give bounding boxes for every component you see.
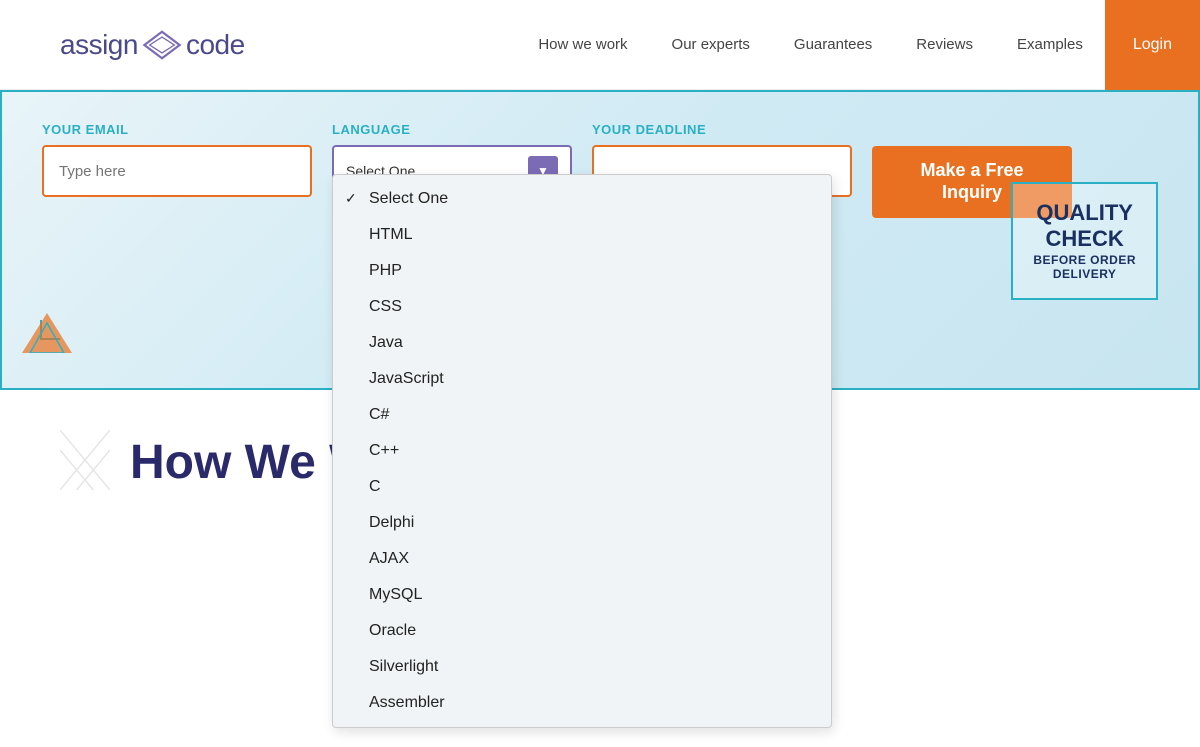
quality-line2: CHECK [1033,226,1136,252]
quality-line1: QUALITY [1033,200,1136,226]
hero-form-wrapper: YOUR EMAIL LANGUAGE Select One ▼ Select … [0,90,1200,390]
deadline-label: YOUR DEADLINE [592,122,852,137]
nav-reviews[interactable]: Reviews [894,0,995,89]
language-label: LANGUAGE [332,122,572,137]
dropdown-option-9[interactable]: Delphi [333,505,831,541]
logo-icon [142,30,182,60]
quality-line4: DELIVERY [1033,267,1136,281]
triangle-decoration-right [1128,313,1178,358]
header: assign code How we work Our experts Guar… [0,0,1200,90]
dropdown-option-4[interactable]: Java [333,325,831,361]
nav-guarantees[interactable]: Guarantees [772,0,894,89]
dropdown-option-14[interactable]: Assembler [333,685,831,721]
triangle-decoration-left [22,313,72,358]
dropdown-option-13[interactable]: Silverlight [333,649,831,685]
dropdown-option-0[interactable]: Select One [333,181,831,217]
logo: assign code [60,29,245,61]
nav-how-we-work[interactable]: How we work [516,0,649,89]
quality-check-box: QUALITY CHECK BEFORE ORDER DELIVERY [1011,182,1158,300]
dropdown-option-11[interactable]: MySQL [333,577,831,613]
language-dropdown: Select OneHTMLPHPCSSJavaJavaScriptC#C++C… [332,174,832,728]
dropdown-option-12[interactable]: Oracle [333,613,831,649]
quality-line3: BEFORE ORDER [1033,253,1136,267]
dropdown-option-8[interactable]: C [333,469,831,505]
dropdown-option-2[interactable]: PHP [333,253,831,289]
dropdown-option-3[interactable]: CSS [333,289,831,325]
login-button[interactable]: Login [1105,0,1200,90]
language-field-group: LANGUAGE Select One ▼ Select OneHTMLPHPC… [332,122,572,197]
main-nav: How we work Our experts Guarantees Revie… [516,0,1200,89]
logo-text-right: code [186,29,245,61]
nav-our-experts[interactable]: Our experts [650,0,772,89]
dropdown-option-7[interactable]: C++ [333,433,831,469]
dropdown-option-10[interactable]: AJAX [333,541,831,577]
form-row: YOUR EMAIL LANGUAGE Select One ▼ Select … [42,122,1158,218]
email-label: YOUR EMAIL [42,122,312,137]
dropdown-option-5[interactable]: JavaScript [333,361,831,397]
email-field-group: YOUR EMAIL [42,122,312,197]
dropdown-option-6[interactable]: C# [333,397,831,433]
x-pattern-decoration [60,430,110,495]
nav-examples[interactable]: Examples [995,0,1105,89]
dropdown-option-1[interactable]: HTML [333,217,831,253]
email-input[interactable] [42,145,312,197]
logo-text-left: assign [60,29,138,61]
